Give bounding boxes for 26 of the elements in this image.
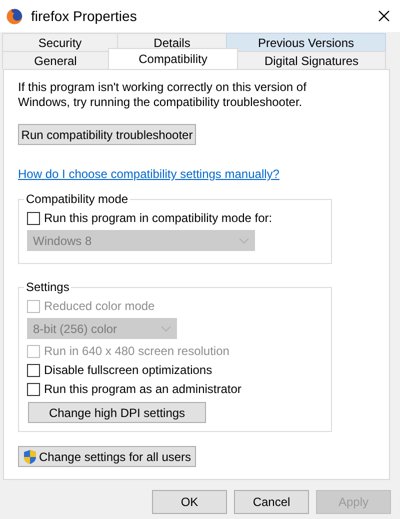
checkbox[interactable] bbox=[27, 364, 40, 376]
chevron-down-icon bbox=[239, 238, 249, 244]
troubleshooter-button[interactable]: Run compatibility troubleshooter bbox=[18, 124, 196, 145]
button[interactable]: Cancel bbox=[234, 490, 309, 514]
checkbox-label[interactable]: Run this program as an administrator bbox=[44, 382, 242, 396]
tab[interactable]: Previous Versions bbox=[226, 33, 386, 51]
checkbox[interactable] bbox=[27, 212, 40, 224]
checkbox-label[interactable]: Disable fullscreen optimizations bbox=[44, 363, 212, 377]
tab[interactable]: Security bbox=[2, 33, 118, 51]
button[interactable]: OK bbox=[152, 490, 227, 514]
tab[interactable]: General bbox=[2, 51, 109, 69]
all-users-button[interactable]: Change settings for all users bbox=[18, 446, 196, 467]
group-title: Compatibility mode bbox=[25, 192, 130, 206]
shield-icon bbox=[22, 448, 37, 464]
dpi-settings-button[interactable]: Change high DPI settings bbox=[28, 402, 206, 423]
tab[interactable]: Digital Signatures bbox=[237, 51, 386, 69]
intro-text: If this program isn't working correctly on this version of Windows, try running the compatibility troubleshooter. bbox=[18, 80, 308, 110]
close-icon[interactable] bbox=[378, 10, 390, 22]
checkbox[interactable] bbox=[27, 382, 40, 396]
window-title: firefox Properties bbox=[31, 8, 138, 24]
chevron-down-icon bbox=[161, 326, 171, 332]
help-link[interactable]: How do I choose compatibility settings manually? bbox=[18, 167, 280, 181]
tab[interactable]: Compatibility bbox=[108, 48, 238, 69]
firefox-logo-icon bbox=[6, 8, 23, 24]
group-title: Settings bbox=[25, 280, 70, 294]
checkbox-label[interactable]: Run this program in compatibility mode for: bbox=[44, 211, 272, 225]
